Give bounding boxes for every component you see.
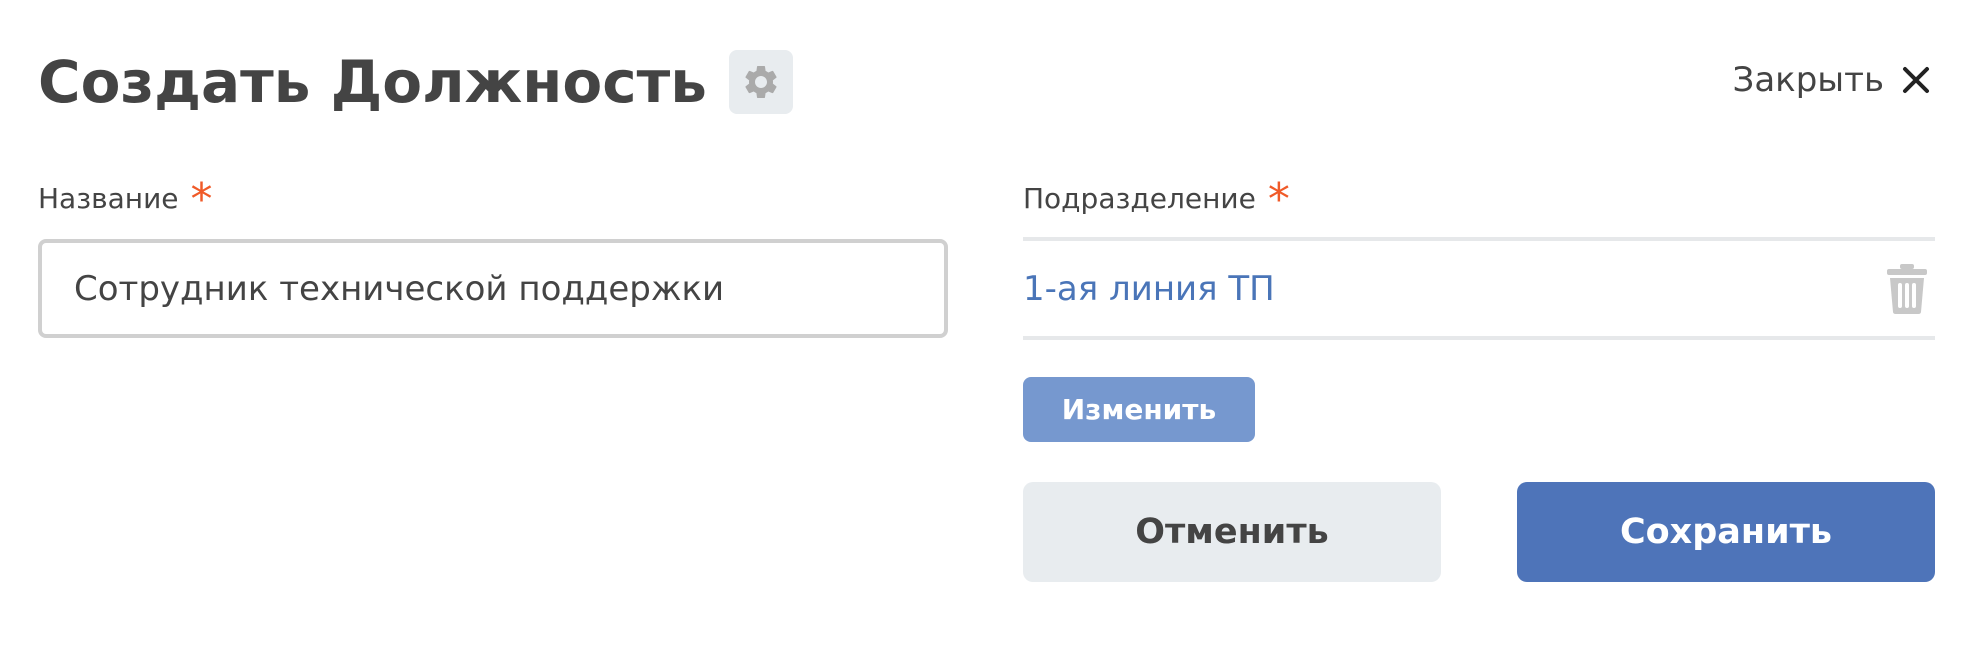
settings-button[interactable] xyxy=(728,50,793,114)
modal-header: Создать Должность xyxy=(38,48,793,116)
department-label-text: Подразделение xyxy=(1023,182,1256,215)
name-label-text: Название xyxy=(38,182,179,215)
department-label: Подразделение * xyxy=(1023,178,1290,222)
department-field: 1-ая линия ТП xyxy=(1023,237,1935,340)
close-label: Закрыть xyxy=(1732,60,1884,100)
page-title: Создать Должность xyxy=(38,48,707,116)
save-button[interactable]: Сохранить xyxy=(1517,482,1935,582)
close-button[interactable]: Закрыть xyxy=(1733,60,1930,100)
cancel-button[interactable]: Отменить xyxy=(1023,482,1441,582)
trash-icon[interactable] xyxy=(1885,263,1929,315)
required-mark: * xyxy=(1267,174,1290,225)
name-label: Название * xyxy=(38,178,213,222)
change-department-button[interactable]: Изменить xyxy=(1023,377,1255,442)
department-value-link[interactable]: 1-ая линия ТП xyxy=(1023,269,1275,309)
gear-icon xyxy=(745,65,777,98)
close-icon xyxy=(1903,67,1929,93)
name-input[interactable] xyxy=(38,239,948,338)
required-mark: * xyxy=(190,174,213,225)
